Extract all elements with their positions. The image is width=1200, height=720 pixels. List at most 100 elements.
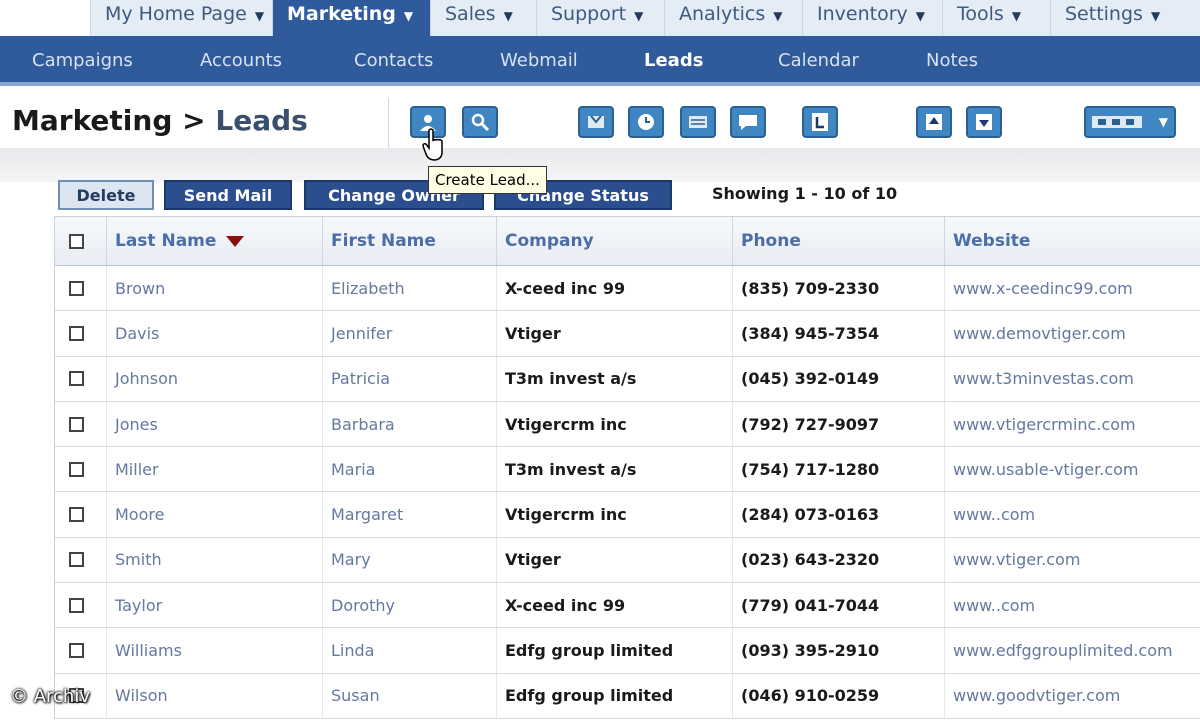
search-button[interactable] — [462, 106, 498, 138]
row-checkbox[interactable] — [69, 507, 84, 523]
row-checkbox[interactable] — [69, 461, 84, 477]
row-checkbox[interactable] — [69, 552, 84, 568]
first-name-link[interactable]: Susan — [323, 673, 497, 718]
website-link[interactable]: www.goodvtiger.com — [945, 674, 1200, 718]
table-row: Davis Jennifer Vtiger (384) 945-7354 www.dem… — [55, 311, 1200, 357]
company-cell: Edfg group limited — [497, 628, 733, 673]
select-all-checkbox[interactable] — [69, 233, 84, 249]
subtab-leads[interactable]: Leads — [644, 50, 703, 71]
tab-label: Settings — [1065, 3, 1143, 25]
website-link[interactable]: www.x-ceedinc99.com — [945, 266, 1200, 310]
view-select-button[interactable]: ▼ — [1084, 106, 1176, 138]
company-cell: X-ceed inc 99 — [497, 266, 733, 311]
first-name-link[interactable]: Linda — [323, 628, 497, 673]
tab-tools[interactable]: Tools ▼ — [942, 0, 1050, 36]
tab-analytics[interactable]: Analytics ▼ — [664, 0, 802, 36]
subtab-notes[interactable]: Notes — [926, 50, 978, 71]
subtab-webmail[interactable]: Webmail — [500, 50, 578, 71]
export-button[interactable] — [680, 106, 716, 138]
chevron-down-icon: ▼ — [403, 9, 414, 23]
column-header-website[interactable]: Website — [945, 217, 1200, 265]
last-name-link[interactable]: Wilson — [107, 673, 323, 718]
first-name-link[interactable]: Elizabeth — [323, 266, 497, 311]
select-all-checkbox-cell[interactable] — [55, 217, 107, 265]
top-navigation: My Home Page ▼ Marketing ▼ Sales ▼ Support ▼… — [0, 0, 1200, 36]
chevron-down-icon: ▼ — [634, 9, 644, 23]
row-checkbox[interactable] — [69, 643, 84, 659]
row-checkbox-cell[interactable] — [55, 537, 107, 583]
last-name-link[interactable]: Moore — [107, 492, 323, 537]
subtab-contacts[interactable]: Contacts — [354, 50, 433, 71]
last-name-link[interactable]: Williams — [107, 628, 323, 673]
company-cell: Vtiger — [497, 311, 733, 356]
website-link[interactable]: www.vtigercrminc.com — [945, 402, 1200, 446]
letter-l-icon — [812, 113, 828, 131]
row-checkbox-cell[interactable] — [55, 583, 107, 628]
row-checkbox[interactable] — [69, 371, 84, 387]
chat-button[interactable] — [730, 106, 766, 138]
column-header-company[interactable]: Company — [497, 217, 733, 265]
download-button[interactable] — [966, 106, 1002, 138]
subtab-accounts[interactable]: Accounts — [200, 50, 282, 71]
tab-support[interactable]: Support ▼ — [536, 0, 664, 36]
last-name-link[interactable]: Johnson — [107, 356, 323, 401]
last-name-link[interactable]: Miller — [107, 447, 323, 492]
tab-label: My Home Page — [105, 3, 247, 25]
row-checkbox[interactable] — [69, 416, 84, 432]
last-name-link[interactable]: Brown — [107, 266, 323, 311]
row-checkbox[interactable] — [69, 280, 84, 296]
first-name-link[interactable]: Barbara — [323, 401, 497, 447]
first-name-link[interactable]: Patricia — [323, 356, 497, 401]
tab-marketing[interactable]: Marketing ▼ — [272, 0, 430, 36]
row-checkbox-cell[interactable] — [55, 311, 107, 356]
table-row: Jones Barbara Vtigercrm inc (792) 727-9097 w… — [55, 401, 1200, 448]
first-name-link[interactable]: Margaret — [323, 492, 497, 537]
upload-button[interactable] — [916, 106, 952, 138]
table-row: Moore Margaret Vtigercrm inc (284) 073-0163… — [55, 492, 1200, 538]
hand-cursor-icon — [422, 128, 443, 161]
breadcrumb-module[interactable]: Marketing — [12, 104, 172, 137]
first-name-link[interactable]: Jennifer — [323, 311, 497, 356]
table-row: Brown Elizabeth X-ceed inc 99 (835) 709-233… — [55, 266, 1200, 312]
website-link[interactable]: www.t3minvestas.com — [945, 357, 1200, 401]
tab-inventory[interactable]: Inventory ▼ — [802, 0, 942, 36]
row-checkbox-cell[interactable] — [55, 492, 107, 537]
last-name-link[interactable]: Davis — [107, 311, 323, 356]
delete-button[interactable]: Delete — [58, 180, 154, 210]
import-button[interactable] — [578, 106, 614, 138]
first-name-link[interactable]: Mary — [323, 537, 497, 583]
column-header-phone[interactable]: Phone — [733, 217, 945, 265]
website-link[interactable]: www.edfggrouplimited.com — [945, 628, 1200, 672]
company-cell: Vtigercrm inc — [497, 401, 733, 447]
tab-label: Support — [551, 3, 627, 25]
first-name-link[interactable]: Dorothy — [323, 583, 497, 628]
last-name-link[interactable]: Taylor — [107, 583, 323, 628]
tab-settings[interactable]: Settings ▼ — [1050, 0, 1200, 36]
website-link[interactable]: www..com — [945, 492, 1200, 536]
row-checkbox-cell[interactable] — [55, 356, 107, 401]
row-checkbox-cell[interactable] — [55, 447, 107, 492]
letter-button[interactable] — [802, 106, 838, 138]
row-checkbox-cell[interactable] — [55, 628, 107, 673]
chat-icon — [739, 115, 757, 130]
column-header-last-name[interactable]: Last Name — [107, 217, 323, 265]
table-row: Wilson Susan Edfg group limited (046) 910-0… — [55, 673, 1200, 719]
last-name-link[interactable]: Jones — [107, 401, 323, 447]
website-link[interactable]: www.usable-vtiger.com — [945, 447, 1200, 491]
last-name-link[interactable]: Smith — [107, 537, 323, 583]
row-checkbox[interactable] — [69, 325, 84, 341]
tab-my-home-page[interactable]: My Home Page ▼ — [90, 0, 272, 36]
subtab-campaigns[interactable]: Campaigns — [32, 50, 133, 71]
website-link[interactable]: www.vtiger.com — [945, 538, 1200, 582]
activity-button[interactable] — [628, 106, 664, 138]
send-mail-button[interactable]: Send Mail — [164, 180, 292, 210]
first-name-link[interactable]: Maria — [323, 447, 497, 492]
subtab-calendar[interactable]: Calendar — [778, 50, 859, 71]
row-checkbox[interactable] — [69, 597, 84, 613]
row-checkbox-cell[interactable] — [55, 401, 107, 447]
column-header-first-name[interactable]: First Name — [323, 217, 497, 265]
website-link[interactable]: www..com — [945, 583, 1200, 627]
row-checkbox-cell[interactable] — [55, 266, 107, 311]
website-link[interactable]: www.demovtiger.com — [945, 311, 1200, 355]
tab-sales[interactable]: Sales ▼ — [430, 0, 536, 36]
